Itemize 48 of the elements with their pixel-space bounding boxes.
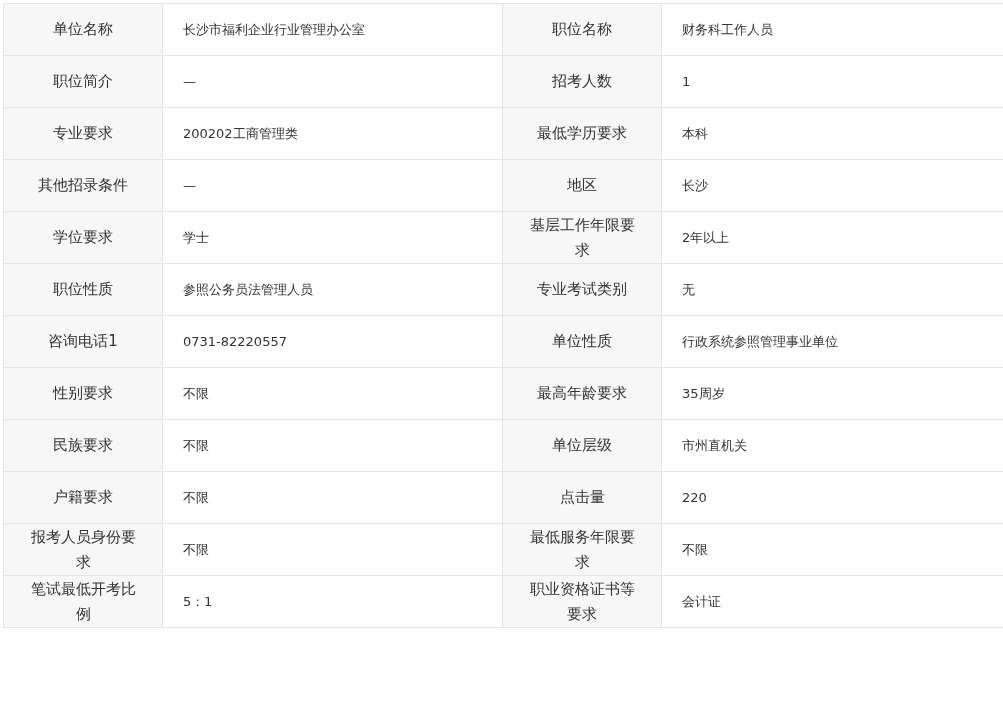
field-label: 其他招录条件 [3, 159, 163, 212]
field-value: 无 [661, 263, 1003, 316]
field-label: 专业要求 [3, 107, 163, 160]
field-label: 地区 [502, 159, 662, 212]
field-value: 1 [661, 55, 1003, 108]
field-value: 学士 [162, 211, 503, 264]
field-label: 职位简介 [3, 55, 163, 108]
field-value: 35周岁 [661, 367, 1003, 420]
field-value: — [162, 159, 503, 212]
field-value: — [162, 55, 503, 108]
field-label: 单位名称 [3, 3, 163, 56]
field-label: 招考人数 [502, 55, 662, 108]
field-label: 民族要求 [3, 419, 163, 472]
field-label: 报考人员身份要求 [3, 523, 163, 576]
field-label: 学位要求 [3, 211, 163, 264]
field-label: 专业考试类别 [502, 263, 662, 316]
field-value: 200202工商管理类 [162, 107, 503, 160]
field-label: 单位层级 [502, 419, 662, 472]
field-value: 市州直机关 [661, 419, 1003, 472]
field-label: 咨询电话1 [3, 315, 163, 368]
field-label: 点击量 [502, 471, 662, 524]
field-value: 长沙 [661, 159, 1003, 212]
field-label: 职位名称 [502, 3, 662, 56]
field-label: 基层工作年限要求 [502, 211, 662, 264]
field-value: 参照公务员法管理人员 [162, 263, 503, 316]
field-value: 不限 [162, 419, 503, 472]
field-label: 职位性质 [3, 263, 163, 316]
field-value: 不限 [162, 523, 503, 576]
field-value: 行政系统参照管理事业单位 [661, 315, 1003, 368]
field-value: 0731-82220557 [162, 315, 503, 368]
field-value: 不限 [162, 471, 503, 524]
field-value: 财务科工作人员 [661, 3, 1003, 56]
field-label: 笔试最低开考比例 [3, 575, 163, 628]
field-label: 最低服务年限要求 [502, 523, 662, 576]
field-value: 不限 [661, 523, 1003, 576]
field-value: 会计证 [661, 575, 1003, 628]
field-value: 不限 [162, 367, 503, 420]
field-label: 职业资格证书等要求 [502, 575, 662, 628]
field-value: 长沙市福利企业行业管理办公室 [162, 3, 503, 56]
field-label: 单位性质 [502, 315, 662, 368]
field-label: 性别要求 [3, 367, 163, 420]
field-value: 5 : 1 [162, 575, 503, 628]
field-label: 户籍要求 [3, 471, 163, 524]
field-value: 220 [661, 471, 1003, 524]
field-label: 最高年龄要求 [502, 367, 662, 420]
field-value: 2年以上 [661, 211, 1003, 264]
field-value: 本科 [661, 107, 1003, 160]
field-label: 最低学历要求 [502, 107, 662, 160]
